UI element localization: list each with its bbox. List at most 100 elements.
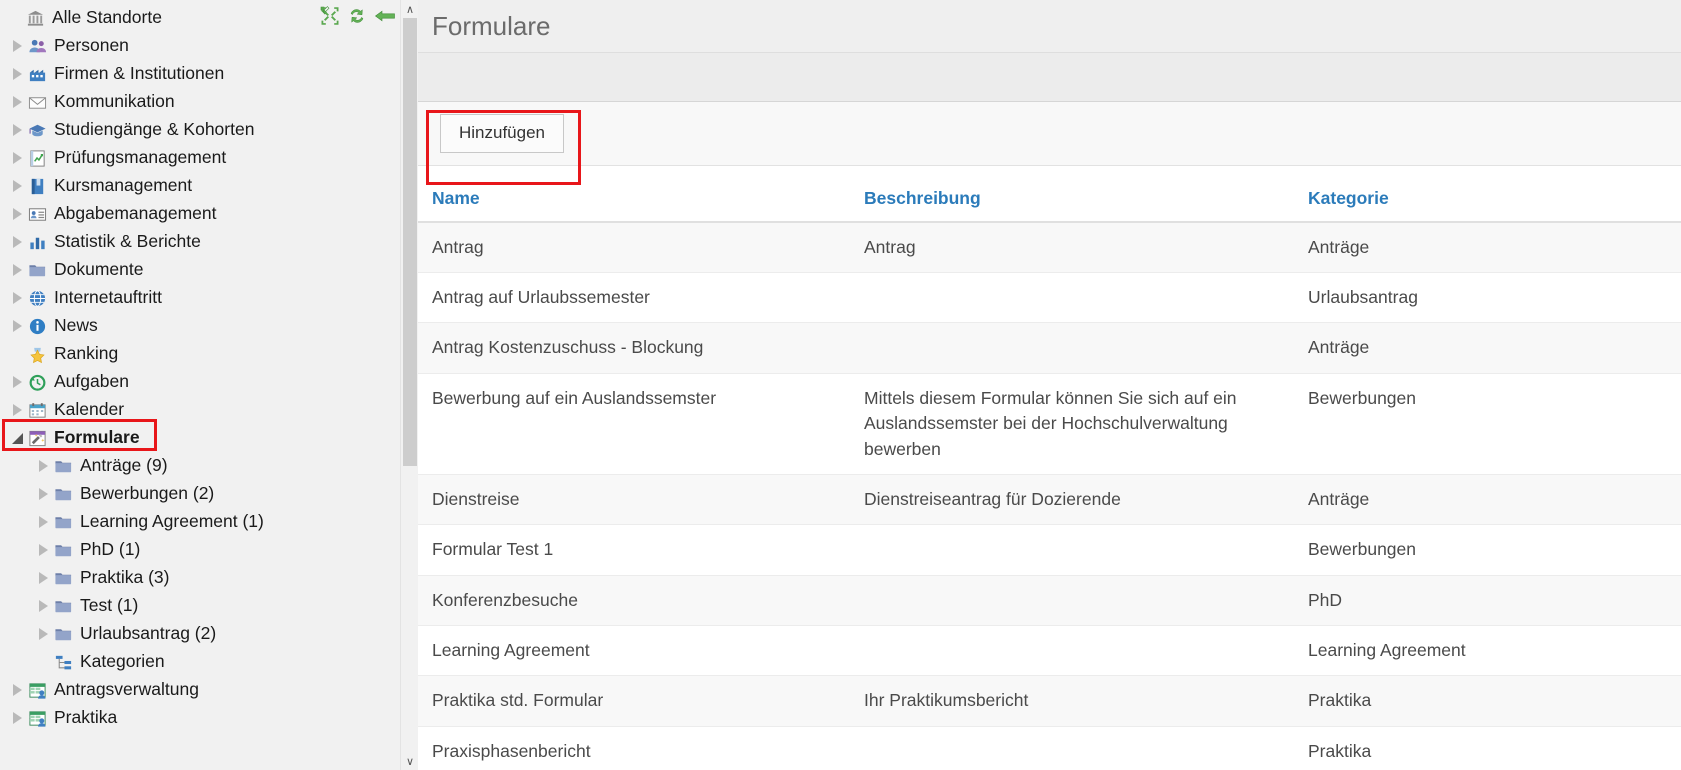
sidebar-item-news[interactable]: News — [0, 312, 400, 340]
add-button[interactable]: Hinzufügen — [440, 114, 565, 153]
sidebar-item-praktika[interactable]: Praktika — [0, 704, 400, 732]
column-header-category[interactable]: Kategorie — [1294, 165, 1681, 223]
sidebar-item-label: Praktika (3) — [80, 567, 170, 588]
forms-table-cell-category: Anträge — [1294, 221, 1681, 274]
sidebar-item-urlaubsantrag-2[interactable]: Urlaubsantrag (2) — [0, 620, 400, 648]
hierarchy-icon — [52, 652, 74, 672]
twisty-collapsed-icon[interactable] — [8, 121, 26, 139]
twisty-collapsed-icon[interactable] — [8, 709, 26, 727]
forms-table-cell-name: Dienstreise — [418, 474, 850, 526]
sidebar-item-statistik-berichte[interactable]: Statistik & Berichte — [0, 228, 400, 256]
column-header-name[interactable]: Name — [418, 165, 850, 223]
table-row[interactable]: Konferenzbesuche PhD — [418, 575, 1681, 627]
tree-toolbar — [320, 6, 395, 26]
twisty-collapsed-icon[interactable] — [34, 569, 52, 587]
sidebar-item-label: Statistik & Berichte — [54, 231, 201, 252]
forms-table-cell-category: Bewerbungen — [1294, 524, 1681, 576]
forms-table-cell-description — [850, 524, 1294, 576]
sidebar-item-phd-1[interactable]: PhD (1) — [0, 536, 400, 564]
twisty-collapsed-icon[interactable] — [34, 457, 52, 475]
twisty-collapsed-icon[interactable] — [8, 233, 26, 251]
table-row[interactable]: Dienstreise Dienstreiseantrag für Doziere… — [418, 474, 1681, 526]
twisty-collapsed-icon[interactable] — [8, 205, 26, 223]
forms-table-cell-description: Mittels diesem Formular können Sie sich … — [850, 373, 1294, 475]
sidebar-item-kommunikation[interactable]: Kommunikation — [0, 88, 400, 116]
sidebar-item-kalender[interactable]: Kalender — [0, 396, 400, 424]
sidebar-item-test-1[interactable]: Test (1) — [0, 592, 400, 620]
table-row[interactable]: Praxisphasenbericht Praktika — [418, 726, 1681, 770]
sidebar-item-formulare[interactable]: Formulare — [0, 424, 400, 452]
sidebar-item-pr-fungsmanagement[interactable]: Prüfungsmanagement — [0, 144, 400, 172]
twisty-collapsed-icon[interactable] — [34, 625, 52, 643]
twisty-collapsed-icon[interactable] — [8, 149, 26, 167]
twisty-collapsed-icon[interactable] — [8, 289, 26, 307]
sidebar-item-kursmanagement[interactable]: Kursmanagement — [0, 172, 400, 200]
forms-table: Name Beschreibung Kategorie Antrag Antrag… — [418, 165, 1681, 770]
page-title: Formulare — [432, 10, 551, 41]
sidebar-item-internetauftritt[interactable]: Internetauftritt — [0, 284, 400, 312]
forms-table-cell-description — [850, 322, 1294, 374]
twisty-collapsed-icon[interactable] — [8, 261, 26, 279]
twisty-collapsed-icon[interactable] — [34, 513, 52, 531]
forms-table-cell-name: Bewerbung auf ein Auslandssemster — [418, 373, 850, 475]
sidebar-item-kategorien[interactable]: Kategorien — [0, 648, 400, 676]
calendar-icon — [26, 400, 48, 420]
table-row[interactable]: Antrag Kostenzuschuss - Blockung Anträge — [418, 322, 1681, 374]
sidebar-item-learning-agreement-1[interactable]: Learning Agreement (1) — [0, 508, 400, 536]
table-row[interactable]: Praktika std. Formular Ihr Praktikumsberi… — [418, 675, 1681, 727]
twisty-collapsed-icon[interactable] — [8, 401, 26, 419]
back-arrow-icon[interactable] — [374, 6, 395, 26]
table-row[interactable]: Antrag Antrag Anträge — [418, 221, 1681, 274]
refresh-icon[interactable] — [347, 6, 367, 26]
sidebar-item-bewerbungen-2[interactable]: Bewerbungen (2) — [0, 480, 400, 508]
sidebar-item-ranking[interactable]: Ranking — [0, 340, 400, 368]
forms-table-cell-name: Konferenzbesuche — [418, 575, 850, 627]
column-header-description[interactable]: Beschreibung — [850, 165, 1294, 223]
table-row[interactable]: Formular Test 1 Bewerbungen — [418, 524, 1681, 576]
twisty-collapsed-icon[interactable] — [8, 65, 26, 83]
twisty-placeholder — [8, 345, 26, 363]
sidebar-item-label: Aufgaben — [54, 371, 129, 392]
sidebar-scroll-thumb[interactable] — [403, 18, 417, 466]
navigation-tree: Alle Standorte Personen Firmen & Institut… — [0, 0, 400, 732]
sidebar-item-praktika-3[interactable]: Praktika (3) — [0, 564, 400, 592]
sidebar-item-label: Kursmanagement — [54, 175, 193, 196]
sidebar-item-label: Learning Agreement (1) — [80, 511, 264, 532]
twisty-collapsed-icon[interactable] — [8, 373, 26, 391]
forms-table-cell-category: Bewerbungen — [1294, 373, 1681, 475]
sidebar-item-personen[interactable]: Personen — [0, 32, 400, 60]
sidebar-item-abgabemanagement[interactable]: Abgabemanagement — [0, 200, 400, 228]
bar-chart-icon — [26, 232, 48, 252]
exam-icon — [26, 148, 48, 168]
twisty-collapsed-icon[interactable] — [34, 541, 52, 559]
sidebar-item-label: Ranking — [54, 343, 119, 364]
twisty-collapsed-icon[interactable] — [8, 317, 26, 335]
twisty-collapsed-icon[interactable] — [34, 485, 52, 503]
scroll-down-arrow-icon[interactable]: ∨ — [401, 752, 418, 770]
sidebar-item-studieng-nge-kohorten[interactable]: Studiengänge & Kohorten — [0, 116, 400, 144]
table-row[interactable]: Bewerbung auf ein Auslandssemster Mittels… — [418, 373, 1681, 475]
twisty-collapsed-icon[interactable] — [8, 93, 26, 111]
sidebar-item-label: Firmen & Institutionen — [54, 63, 225, 84]
sidebar-item-label: Antragsverwaltung — [54, 679, 199, 700]
twisty-collapsed-icon[interactable] — [34, 597, 52, 615]
graduation-cap-icon — [26, 120, 48, 140]
forms-table-cell-description: Ihr Praktikumsbericht — [850, 675, 1294, 727]
twisty-collapsed-icon[interactable] — [8, 681, 26, 699]
twisty-collapsed-icon[interactable] — [8, 37, 26, 55]
sidebar-item-antr-ge-9[interactable]: Anträge (9) — [0, 452, 400, 480]
sidebar-item-dokumente[interactable]: Dokumente — [0, 256, 400, 284]
collapse-all-icon[interactable] — [320, 6, 340, 26]
scroll-up-arrow-icon[interactable]: ∧ — [401, 0, 418, 18]
twisty-collapsed-icon[interactable] — [8, 177, 26, 195]
sidebar-item-aufgaben[interactable]: Aufgaben — [0, 368, 400, 396]
table-row[interactable]: Learning Agreement Learning Agreement — [418, 625, 1681, 677]
sidebar-item-antragsverwaltung[interactable]: Antragsverwaltung — [0, 676, 400, 704]
table-row[interactable]: Antrag auf Urlaubssemester Urlaubsantrag — [418, 272, 1681, 324]
twisty-placeholder — [6, 9, 24, 27]
sidebar-item-firmen-institutionen[interactable]: Firmen & Institutionen — [0, 60, 400, 88]
twisty-expanded-icon[interactable] — [8, 429, 26, 447]
sidebar-item-label: Studiengänge & Kohorten — [54, 119, 255, 140]
sidebar-scrollbar[interactable]: ∧ ∨ — [400, 0, 418, 770]
sidebar-item-label: Kommunikation — [54, 91, 175, 112]
